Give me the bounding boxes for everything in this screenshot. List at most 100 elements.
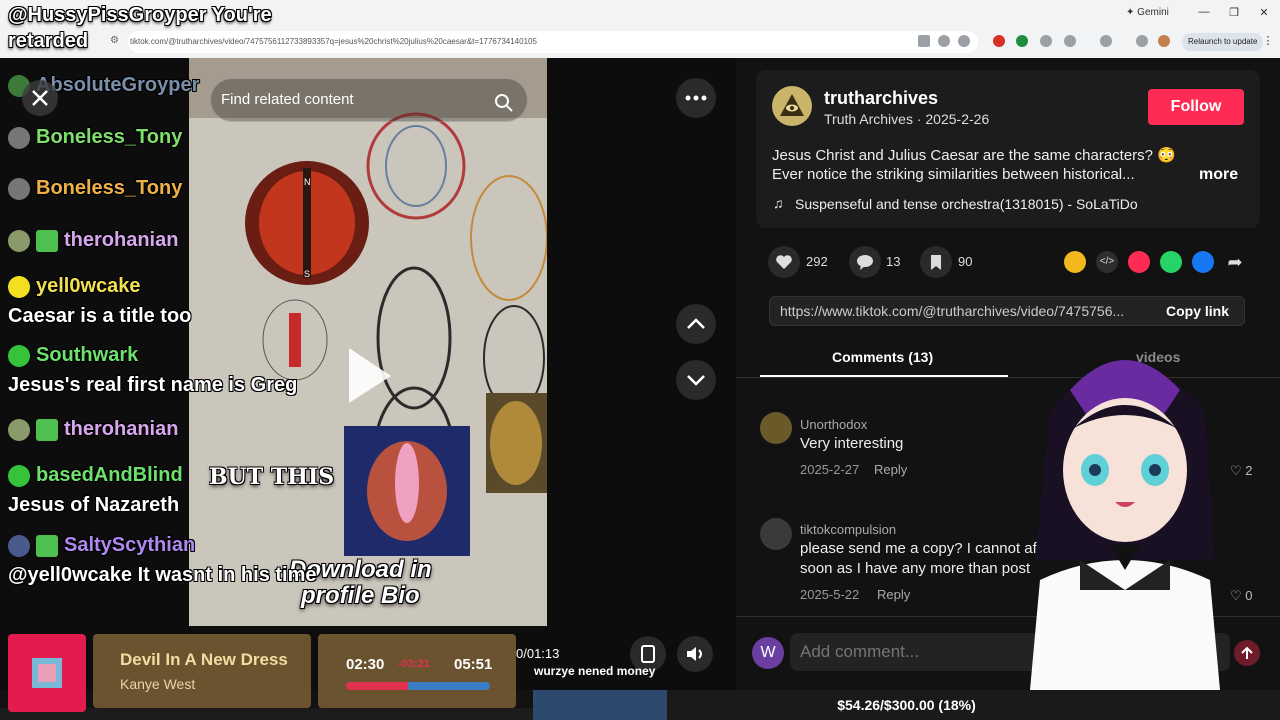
chat-user: Boneless_Tony: [36, 177, 183, 199]
author-username[interactable]: trutharchives: [824, 88, 938, 109]
tab-search-icon[interactable]: [1100, 35, 1112, 47]
video-time: 0/01:13: [516, 646, 560, 661]
previous-video-button[interactable]: [676, 304, 716, 344]
badge-icon: [8, 229, 30, 252]
tab-comments[interactable]: Comments (13): [832, 349, 933, 365]
album-art: [8, 634, 86, 712]
comment-like-count: 2: [1245, 463, 1253, 478]
extension-icon[interactable]: [1040, 35, 1052, 47]
screen: { "browser": { "url": "tiktok.com/@truth…: [0, 0, 1280, 720]
chat-user: yell0wcake: [36, 275, 141, 297]
chat-user: therohanian: [64, 229, 179, 251]
stream-alert-line1: @HussyPissGroyper You're: [8, 4, 272, 26]
chat-line: therohanian: [8, 227, 178, 253]
gemini-button[interactable]: ✦ Gemini: [1126, 7, 1169, 18]
stream-alert: @HussyPissGroyper You're retarded: [8, 2, 272, 54]
author-display: Truth Archives · 2025-2-26: [824, 111, 990, 127]
badge-icon: [36, 418, 58, 441]
video-caption-main: BUT THIS: [209, 464, 335, 490]
eye-pyramid-icon: [780, 94, 804, 116]
vtuber-avatar: [1030, 360, 1220, 690]
close-video-button[interactable]: [22, 80, 58, 116]
badge-icon: [8, 464, 30, 487]
install-icon[interactable]: [918, 35, 930, 47]
embed-icon[interactable]: </>: [1096, 251, 1118, 273]
stream-alert-line2: retarded: [8, 30, 89, 52]
gemini-label: Gemini: [1137, 7, 1169, 18]
avatar[interactable]: W: [752, 637, 784, 669]
compass-label: N: [304, 177, 311, 187]
comment-icon: [857, 255, 873, 270]
more-dots-icon: [685, 95, 707, 101]
volume-icon: [687, 647, 702, 661]
reply-button[interactable]: Reply: [877, 587, 910, 602]
save-button[interactable]: [920, 246, 952, 278]
chat-line: yell0wcake: [8, 273, 141, 299]
share-link[interactable]: https://www.tiktok.com/@trutharchives/vi…: [780, 303, 1144, 319]
badge-icon: [36, 534, 58, 557]
post-description-line2: Ever notice the striking similarities be…: [772, 166, 1135, 183]
avatar[interactable]: [760, 412, 792, 444]
reading-list-icon[interactable]: [1136, 35, 1148, 47]
extension-icon[interactable]: [993, 35, 1005, 47]
author-avatar[interactable]: [772, 86, 812, 126]
chat-line: Boneless_Tony: [8, 124, 182, 150]
chat-user: basedAndBlind: [36, 464, 183, 486]
song-current-time: 02:30: [346, 656, 385, 673]
extensions-puzzle-icon[interactable]: [1064, 35, 1076, 47]
video-frame-art: N S: [189, 58, 547, 626]
zoom-icon[interactable]: [938, 35, 950, 47]
whatsapp-icon[interactable]: [1160, 251, 1182, 273]
like-button[interactable]: [768, 246, 800, 278]
repost-icon[interactable]: [1064, 251, 1086, 273]
share-arrow-icon[interactable]: ➦: [1224, 251, 1246, 273]
chat-user: Southwark: [36, 344, 139, 366]
follow-button[interactable]: Follow: [1148, 89, 1244, 125]
extension-icon[interactable]: [1016, 35, 1028, 47]
copy-link-button[interactable]: Copy link: [1150, 296, 1245, 326]
chat-line: basedAndBlind: [8, 462, 183, 488]
music-title[interactable]: Suspenseful and tense orchestra(1318015)…: [795, 196, 1138, 212]
chat-message: @yell0wcake It wasnt in his time: [8, 564, 317, 586]
comment-text: please send me a copy? I cannot af: [800, 540, 1037, 557]
song-progress-bar: [346, 682, 490, 690]
post-description-line1: Jesus Christ and Julius Caesar are the s…: [772, 147, 1176, 164]
send-to-friends-icon[interactable]: [1128, 251, 1150, 273]
more-options-button[interactable]: [676, 78, 716, 118]
now-playing-card: [93, 634, 311, 708]
chat-message: Jesus of Nazareth: [8, 494, 180, 516]
music-note-icon: ♫: [773, 195, 784, 211]
comment-button[interactable]: [849, 246, 881, 278]
video-player[interactable]: N S: [189, 58, 547, 626]
save-count: 90: [958, 254, 973, 269]
chat-message: Jesus's real first name is Greg: [8, 374, 298, 396]
comment-text: soon as I have any more than post: [800, 560, 1031, 577]
chat-line: Boneless_Tony: [8, 175, 182, 201]
relaunch-button[interactable]: Relaunch to update: [1182, 33, 1264, 51]
next-video-button[interactable]: [676, 360, 716, 400]
chat-user: SaltyScythian: [64, 534, 196, 556]
restore-icon[interactable]: ❐: [1224, 6, 1244, 19]
comment-username[interactable]: tiktokcompulsion: [800, 522, 896, 537]
comment-username[interactable]: Unorthodox: [800, 417, 867, 432]
badge-icon: [8, 418, 30, 441]
video-search-placeholder: Find related content: [221, 91, 354, 108]
donation-name: wurzye nened money: [534, 664, 656, 678]
search-icon[interactable]: [494, 93, 514, 118]
more-link[interactable]: more: [1199, 166, 1238, 184]
chat-line: Southwark: [8, 342, 138, 368]
chat-user: therohanian: [64, 418, 179, 440]
menu-kebab-icon[interactable]: ⋮: [1258, 34, 1278, 47]
minimize-icon[interactable]: —: [1194, 6, 1214, 18]
comment-like-count: 0: [1245, 588, 1253, 603]
volume-button[interactable]: [677, 636, 713, 672]
chat-message: Caesar is a title too: [8, 305, 192, 327]
chevron-up-icon: [687, 318, 705, 329]
comment-date: 2025-2-27: [800, 462, 860, 477]
close-window-icon[interactable]: ✕: [1254, 6, 1274, 19]
reply-button[interactable]: Reply: [874, 462, 907, 477]
bookmark-star-icon[interactable]: [958, 35, 970, 47]
profile-avatar[interactable]: [1158, 35, 1170, 47]
facebook-icon[interactable]: [1192, 251, 1214, 273]
avatar[interactable]: [760, 518, 792, 550]
